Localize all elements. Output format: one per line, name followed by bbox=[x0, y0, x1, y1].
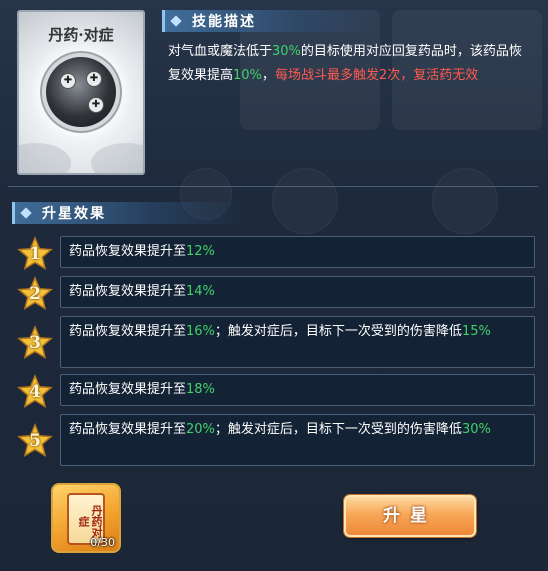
star-level-number: 3 bbox=[29, 333, 41, 353]
star-effect-row: 药品恢复效果提升至14% bbox=[60, 276, 535, 308]
cloud-decoration bbox=[19, 143, 71, 173]
skill-card: 丹药·对症 ✚ ✚ ✚ bbox=[17, 10, 145, 175]
desc-value-boost: 10% bbox=[233, 68, 262, 83]
effect-value: 16% bbox=[186, 324, 215, 339]
star-level-icon: 3 bbox=[17, 325, 53, 361]
background-emblem bbox=[432, 168, 498, 234]
item-count: 0/30 bbox=[90, 536, 115, 549]
effect-value: 12% bbox=[186, 244, 215, 259]
desc-value-threshold: 30% bbox=[272, 44, 301, 59]
effect-value: 18% bbox=[186, 382, 215, 397]
star-level-number: 2 bbox=[29, 284, 41, 304]
pill-icon: ✚ bbox=[60, 73, 76, 89]
star-level-number: 1 bbox=[29, 244, 41, 264]
effect-value: 14% bbox=[186, 284, 215, 299]
item-label: 丹药对症 bbox=[77, 504, 103, 538]
upgrade-item-slot[interactable]: 丹药对症 0/30 bbox=[51, 483, 121, 553]
star-level-number: 5 bbox=[29, 431, 41, 451]
description-title: 技能描述 bbox=[192, 14, 256, 30]
skill-name: 丹药·对症 bbox=[48, 26, 114, 44]
star-level-icon: 4 bbox=[17, 374, 53, 410]
star-level-icon: 5 bbox=[17, 423, 53, 459]
effect-text: 药品恢复效果提升至 bbox=[69, 244, 187, 259]
effect-value-extra: 15% bbox=[461, 324, 491, 339]
medicine-emblem-icon: ✚ ✚ ✚ bbox=[46, 57, 116, 127]
star-level-icon: 1 bbox=[17, 236, 53, 272]
effect-text: 药品恢复效果提升至 bbox=[69, 324, 187, 339]
star-effect-row: 药品恢复效果提升至20%；触发对症后，目标下一次受到的伤害降低30% bbox=[60, 414, 535, 466]
star-level-icon: 2 bbox=[17, 276, 53, 312]
star-effect-row: 药品恢复效果提升至18% bbox=[60, 374, 535, 406]
desc-limit-text: 每场战斗最多触发2次，复活药无效 bbox=[274, 68, 479, 83]
effect-text: 药品恢复效果提升至 bbox=[69, 284, 187, 299]
desc-text: 对气血或魔法低于 bbox=[168, 44, 273, 59]
background-emblem bbox=[272, 168, 338, 234]
upgrade-star-button[interactable]: 升星 bbox=[344, 495, 476, 537]
star-effect-row: 药品恢复效果提升至12% bbox=[60, 236, 535, 268]
effect-value-extra: 30% bbox=[461, 422, 491, 437]
effect-text-extra: ；触发对症后，目标下一次受到的伤害降低 bbox=[214, 422, 462, 437]
effect-text-extra: ；触发对症后，目标下一次受到的伤害降低 bbox=[214, 324, 462, 339]
skill-description: 对气血或魔法低于30%的目标使用对应回复药品时，该药品恢复效果提高10%，每场战… bbox=[168, 40, 534, 88]
effect-text: 药品恢复效果提升至 bbox=[69, 422, 187, 437]
cloud-decoration bbox=[91, 143, 143, 173]
effect-text: 药品恢复效果提升至 bbox=[69, 382, 187, 397]
star-effects-title: 升星效果 bbox=[42, 206, 106, 222]
desc-text: ， bbox=[261, 68, 275, 83]
effect-value: 20% bbox=[186, 422, 215, 437]
pill-icon: ✚ bbox=[86, 71, 102, 87]
pill-icon: ✚ bbox=[88, 97, 104, 113]
section-divider bbox=[8, 186, 538, 187]
star-effect-row: 药品恢复效果提升至16%；触发对症后，目标下一次受到的伤害降低15% bbox=[60, 316, 535, 368]
star-level-number: 4 bbox=[29, 382, 41, 402]
